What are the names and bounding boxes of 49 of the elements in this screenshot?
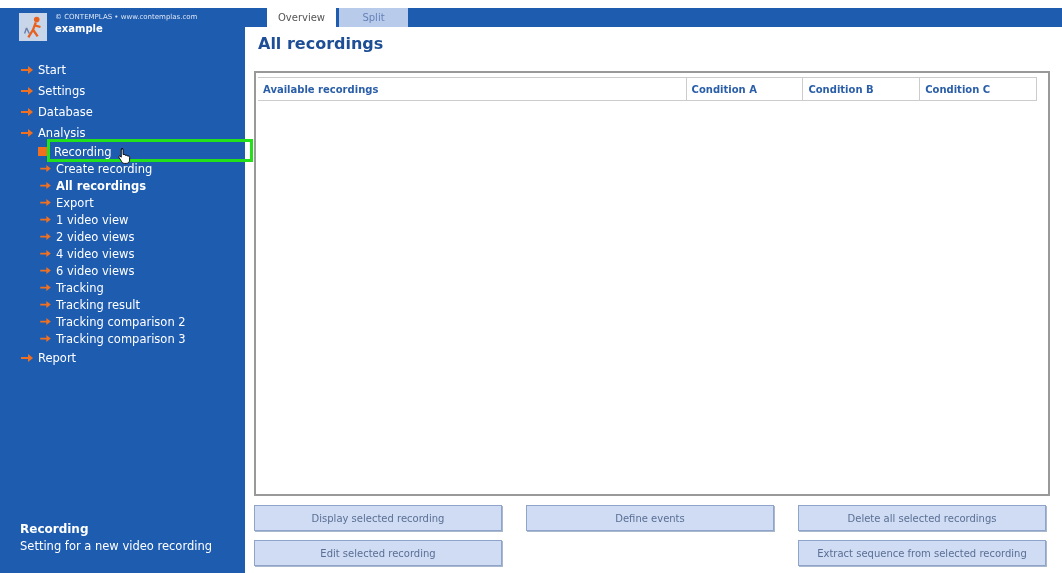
nav-subitem[interactable]: Create recording	[56, 161, 153, 176]
column-header: Condition C	[919, 78, 1036, 100]
nav-item[interactable]: Report	[38, 350, 77, 365]
action-button[interactable]: Define events	[526, 505, 774, 531]
arrow-icon	[21, 65, 33, 74]
arrow-icon	[40, 233, 51, 240]
arrow-icon	[40, 318, 51, 325]
nav-subitem[interactable]: 1 video view	[56, 212, 129, 227]
page-title: All recordings	[258, 34, 385, 53]
nav-subitem[interactable]: Tracking comparison 3	[56, 331, 186, 346]
nav-subitem[interactable]: 6 video views	[56, 263, 135, 278]
nav-subitem[interactable]: Tracking	[56, 280, 104, 295]
nav-subitem[interactable]: 4 video views	[56, 246, 135, 261]
arrow-icon	[40, 301, 51, 308]
arrow-icon	[40, 216, 51, 223]
arrow-icon	[40, 182, 51, 189]
tab[interactable]: Overview	[267, 8, 336, 27]
nav-subitem[interactable]: Recording	[54, 144, 112, 159]
arrow-icon	[21, 353, 33, 362]
info-text: Setting for a new video recording	[20, 539, 213, 553]
arrow-icon	[40, 165, 51, 172]
project-name: example	[55, 23, 104, 34]
arrow-icon	[21, 86, 33, 95]
action-button[interactable]: Edit selected recording	[254, 540, 502, 566]
logo-icon	[19, 13, 47, 41]
nav-subitem[interactable]: 2 video views	[56, 229, 135, 244]
nav-subitem[interactable]: Tracking result	[56, 297, 141, 312]
nav-item[interactable]: Database	[38, 104, 93, 119]
column-header: Available recordings	[262, 82, 380, 97]
info-title: Recording	[20, 522, 90, 536]
action-button[interactable]: Extract sequence from selected recording	[798, 540, 1046, 566]
action-button[interactable]: Display selected recording	[254, 505, 502, 531]
column-header: Condition B	[802, 78, 920, 100]
nav-item[interactable]: Start	[38, 62, 67, 77]
nav-subitem[interactable]: Export	[56, 195, 94, 210]
arrow-icon	[21, 128, 33, 137]
square-icon	[38, 147, 47, 156]
arrow-icon	[40, 199, 51, 206]
arrow-icon	[40, 250, 51, 257]
nav-subitem[interactable]: All recordings	[56, 178, 147, 193]
nav-subitem[interactable]: Tracking comparison 2	[56, 314, 186, 329]
arrow-icon	[40, 284, 51, 291]
arrow-icon	[40, 335, 51, 342]
nav-item[interactable]: Analysis	[38, 125, 86, 140]
arrow-icon	[40, 267, 51, 274]
arrow-icon	[21, 107, 33, 116]
nav-item[interactable]: Settings	[38, 83, 86, 98]
action-button[interactable]: Delete all selected recordings	[798, 505, 1046, 531]
column-header: Condition A	[685, 78, 803, 100]
